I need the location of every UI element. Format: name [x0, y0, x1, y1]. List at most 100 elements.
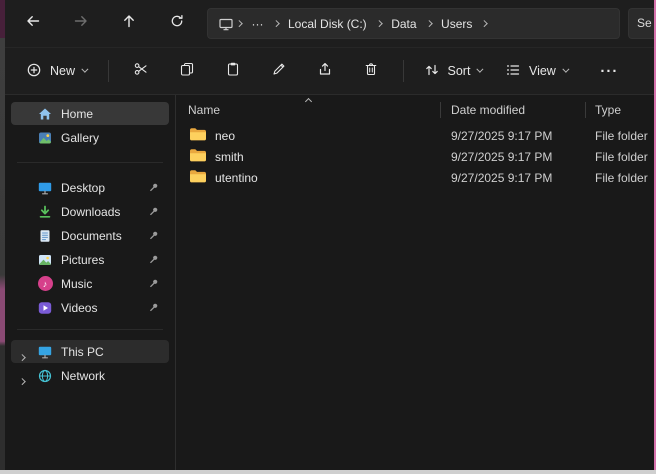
- this-pc-icon[interactable]: [218, 16, 234, 32]
- pin-icon: [148, 277, 160, 292]
- breadcrumb-collapsed[interactable]: ···: [245, 14, 271, 34]
- refresh-icon: [169, 13, 185, 34]
- share-button[interactable]: [304, 54, 346, 88]
- copy-button[interactable]: [166, 54, 208, 88]
- sort-arrows-icon: [424, 62, 440, 81]
- home-icon: [37, 106, 53, 122]
- sidebar-item-music[interactable]: ♪ Music: [11, 272, 169, 295]
- view-list-icon: [505, 62, 521, 81]
- folder-icon: [189, 169, 207, 186]
- breadcrumb-chevron-icon[interactable]: [376, 20, 382, 26]
- forward-button[interactable]: [63, 7, 99, 41]
- sidebar-item-desktop[interactable]: Desktop: [11, 176, 169, 199]
- file-explorer-window: ··· Local Disk (C:) Data Users Se New: [5, 0, 654, 470]
- cut-button[interactable]: [120, 54, 162, 88]
- view-button[interactable]: View: [494, 54, 579, 88]
- sidebar-item-network[interactable]: Network: [11, 364, 169, 387]
- breadcrumb-item-data[interactable]: Data: [384, 14, 423, 34]
- sidebar-item-documents[interactable]: Documents: [11, 224, 169, 247]
- pin-icon: [148, 301, 160, 316]
- file-date-modified: 9/27/2025 9:17 PM: [441, 129, 586, 143]
- sidebar-item-label: Music: [61, 277, 92, 291]
- sidebar-divider: [17, 329, 163, 330]
- new-button-label: New: [50, 64, 75, 78]
- sidebar-item-label: Desktop: [61, 181, 105, 195]
- scissors-icon: [133, 61, 149, 82]
- sidebar-item-label: Downloads: [61, 205, 120, 219]
- chevron-down-icon: [563, 66, 569, 72]
- documents-icon: [37, 228, 53, 244]
- file-date-modified: 9/27/2025 9:17 PM: [441, 150, 586, 164]
- pin-icon: [148, 253, 160, 268]
- sidebar-item-gallery[interactable]: Gallery: [11, 126, 169, 149]
- search-input[interactable]: Se: [628, 8, 654, 39]
- trash-icon: [363, 61, 379, 82]
- file-rows: neo 9/27/2025 9:17 PM File folder smith …: [176, 125, 654, 188]
- videos-icon: [37, 300, 53, 316]
- breadcrumb-item-local-disk[interactable]: Local Disk (C:): [281, 14, 374, 34]
- gallery-icon: [37, 130, 53, 146]
- rename-button[interactable]: [258, 54, 300, 88]
- file-type: File folder: [586, 171, 654, 185]
- back-button[interactable]: [15, 7, 51, 41]
- file-name: utentino: [215, 171, 258, 185]
- sidebar-item-downloads[interactable]: Downloads: [11, 200, 169, 223]
- file-row-neo[interactable]: neo 9/27/2025 9:17 PM File folder: [176, 125, 654, 146]
- breadcrumb-chevron-icon[interactable]: [481, 20, 487, 26]
- folder-icon: [189, 148, 207, 165]
- sidebar-item-label: Gallery: [61, 131, 99, 145]
- breadcrumb-item-users[interactable]: Users: [434, 14, 479, 34]
- sidebar-item-label: Pictures: [61, 253, 104, 267]
- delete-button[interactable]: [350, 54, 392, 88]
- column-header-name[interactable]: Name: [176, 98, 440, 122]
- refresh-button[interactable]: [159, 7, 195, 41]
- toolbar-divider: [108, 60, 109, 82]
- sidebar-item-label: Network: [61, 369, 105, 383]
- sidebar-item-home[interactable]: Home: [11, 102, 169, 125]
- clipboard-icon: [225, 61, 241, 82]
- pictures-icon: [37, 252, 53, 268]
- breadcrumb-chevron-icon[interactable]: [426, 20, 432, 26]
- sidebar-item-this-pc[interactable]: This PC: [11, 340, 169, 363]
- forward-arrow-icon: [73, 13, 89, 34]
- column-header-label: Name: [188, 103, 220, 117]
- file-row-smith[interactable]: smith 9/27/2025 9:17 PM File folder: [176, 146, 654, 167]
- sidebar-item-videos[interactable]: Videos: [11, 296, 169, 319]
- this-pc-icon: [37, 344, 53, 360]
- sidebar-item-label: Documents: [61, 229, 122, 243]
- sidebar-item-pictures[interactable]: Pictures: [11, 248, 169, 271]
- breadcrumb-chevron-icon[interactable]: [236, 20, 242, 26]
- chevron-right-icon[interactable]: [20, 372, 25, 386]
- up-button[interactable]: [111, 7, 147, 41]
- sidebar-divider: [17, 162, 163, 163]
- column-header-label: Date modified: [451, 103, 525, 117]
- file-row-utentino[interactable]: utentino 9/27/2025 9:17 PM File folder: [176, 167, 654, 188]
- sort-ascending-icon: [305, 98, 312, 105]
- new-button[interactable]: New: [15, 54, 99, 88]
- more-options-button[interactable]: ···: [589, 54, 629, 88]
- network-icon: [37, 368, 53, 384]
- pin-icon: [148, 229, 160, 244]
- view-button-label: View: [529, 64, 556, 78]
- chevron-down-icon: [478, 66, 484, 72]
- chevron-down-icon: [82, 66, 88, 72]
- file-name: smith: [215, 150, 244, 164]
- column-headers: Name Date modified Type: [176, 98, 654, 122]
- sort-button-label: Sort: [448, 64, 471, 78]
- sidebar: Home Gallery Desktop: [5, 95, 175, 470]
- sort-button[interactable]: Sort: [413, 54, 494, 88]
- column-header-label: Type: [595, 103, 621, 117]
- column-header-date-modified[interactable]: Date modified: [441, 98, 585, 122]
- column-header-type[interactable]: Type: [586, 98, 654, 122]
- rename-pencil-icon: [271, 61, 287, 82]
- copy-icon: [179, 61, 195, 82]
- toolbar-divider: [403, 60, 404, 82]
- sidebar-item-label: Home: [61, 107, 93, 121]
- plus-circle-icon: [26, 62, 42, 81]
- back-arrow-icon: [25, 13, 41, 34]
- music-icon: ♪: [37, 276, 53, 292]
- chevron-right-icon[interactable]: [20, 348, 25, 362]
- paste-button[interactable]: [212, 54, 254, 88]
- breadcrumb-chevron-icon[interactable]: [273, 20, 279, 26]
- up-arrow-icon: [121, 13, 137, 34]
